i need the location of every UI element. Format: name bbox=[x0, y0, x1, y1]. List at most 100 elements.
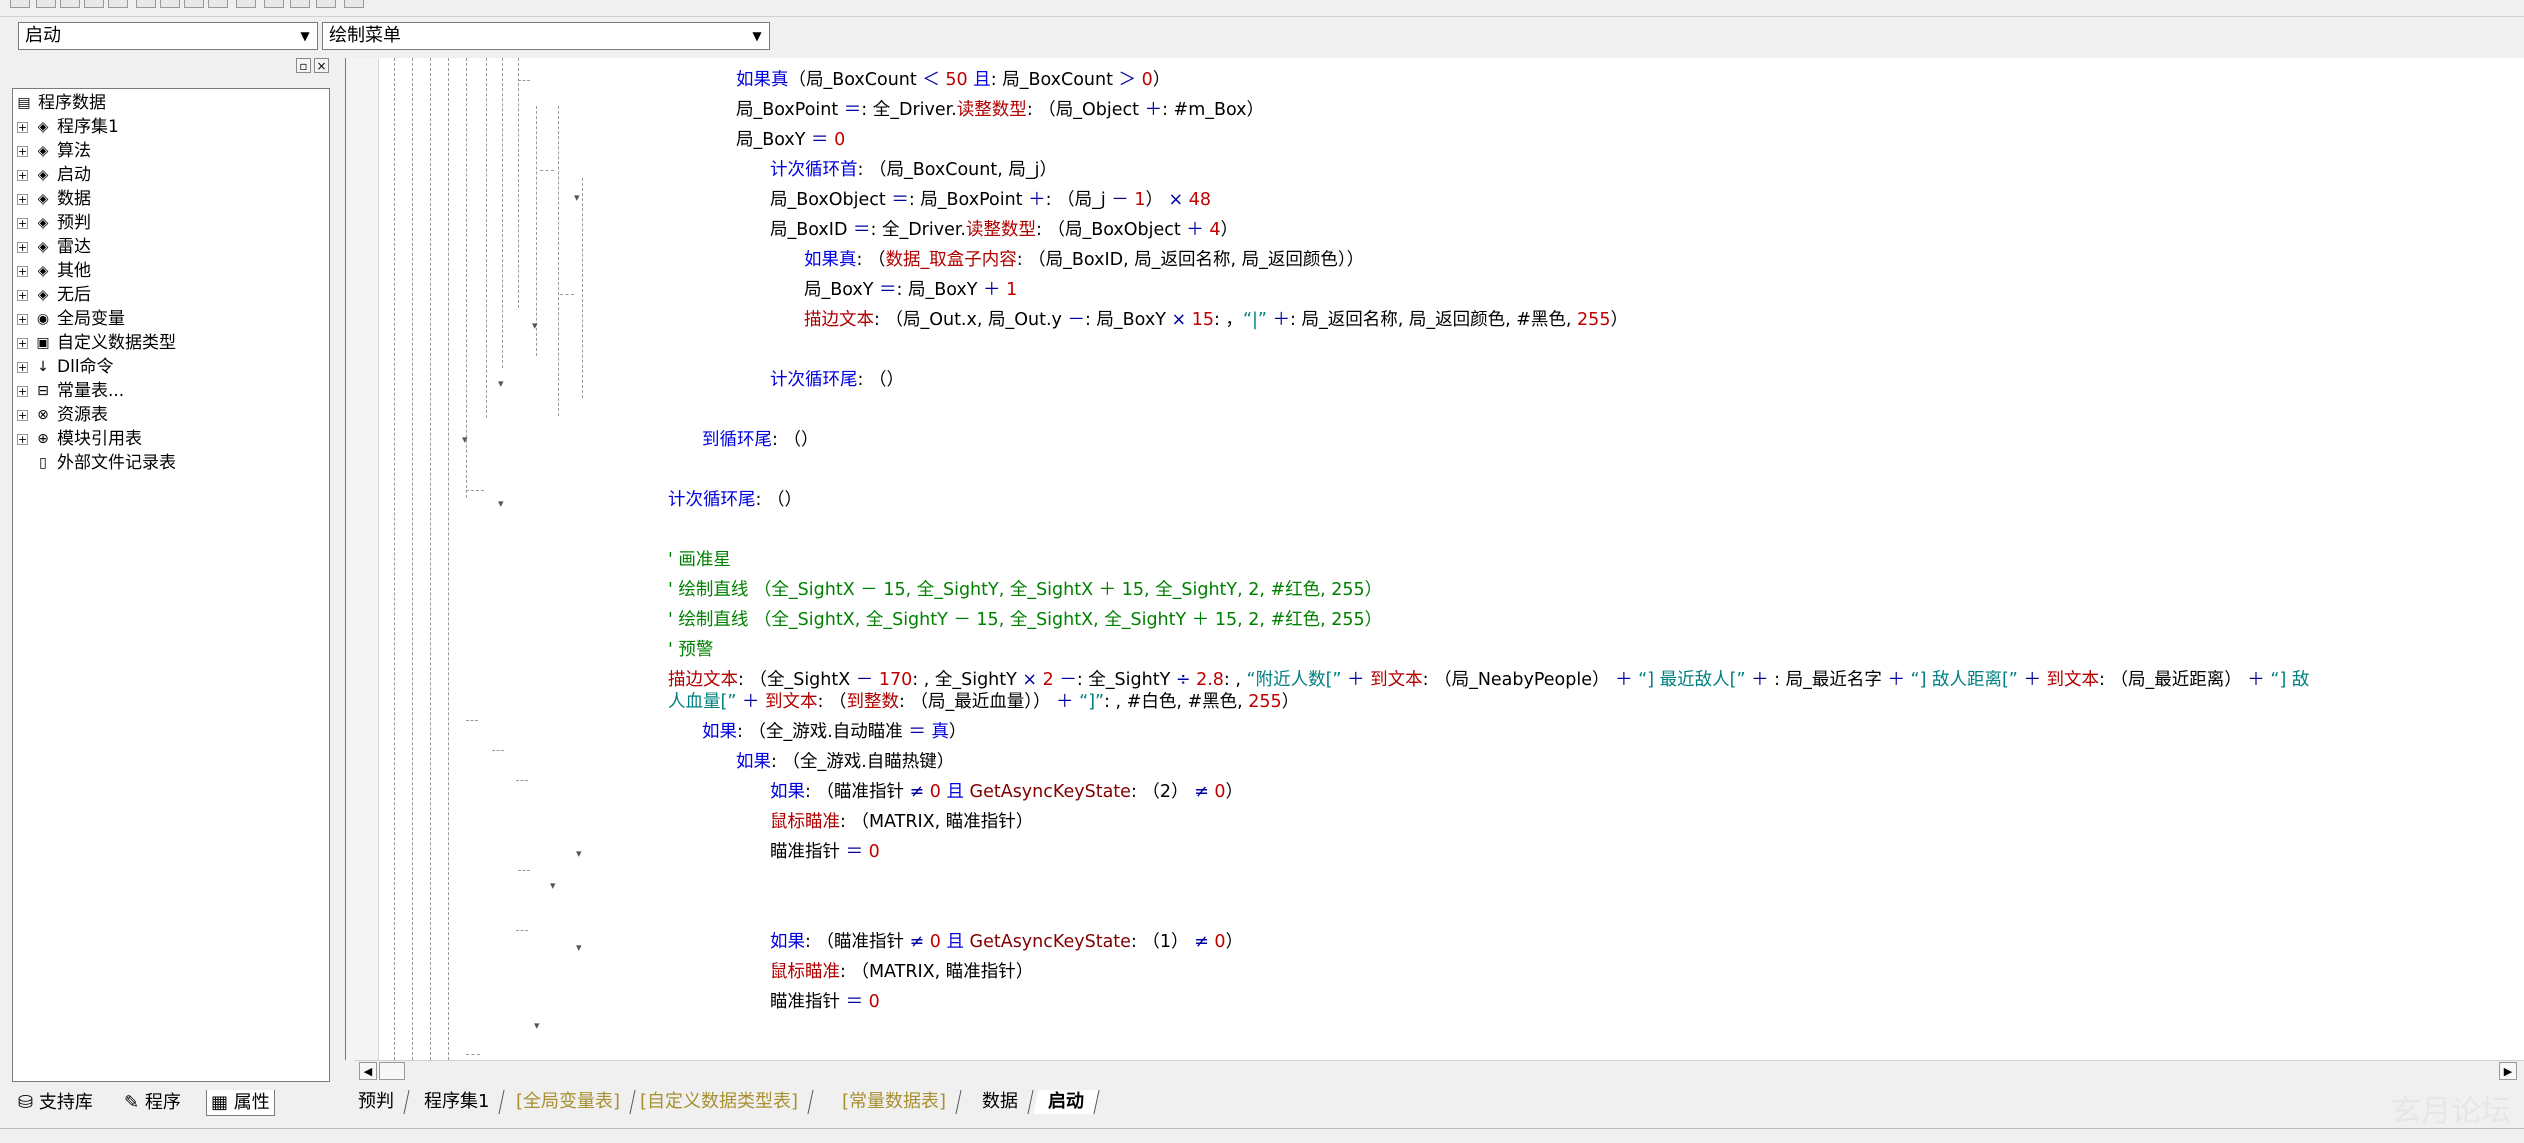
code-line[interactable]: 如果真: （数据_取盒子内容: （局_BoxID, 局_返回名称, 局_返回颜色… bbox=[804, 248, 1364, 272]
code-line[interactable]: 如果: （全_游戏.自动瞄准 ＝ 真） bbox=[702, 720, 966, 744]
project-tree[interactable]: ▤ 程序数据 + ◈ 程序集1 + ◈ 算法 + ◈ 启动 + ◈ 数据 + ◈ 预判 + ◈ 雷达 + ◈ 其他 + ◈ 无后… bbox=[12, 88, 330, 1082]
code-line[interactable]: 描边文本: （全_SightX － 170: , 全_SightY × 2 －:… bbox=[668, 668, 2309, 692]
toolbar-button[interactable] bbox=[36, 0, 56, 8]
code-line[interactable]: ' 绘制直线 （全_SightX, 全_SightY － 15, 全_Sight… bbox=[668, 608, 1382, 632]
module-select[interactable]: 启动 ▼ bbox=[18, 22, 318, 50]
toolbar-button[interactable] bbox=[264, 0, 284, 8]
tab-support-library[interactable]: ⛁ 支持库 bbox=[14, 1090, 97, 1116]
expand-icon[interactable]: + bbox=[17, 361, 28, 373]
doc-tab[interactable]: [全局变量表] bbox=[501, 1090, 636, 1114]
toolbar-button[interactable] bbox=[184, 0, 204, 8]
tree-item[interactable]: + ◈ 雷达 bbox=[17, 235, 91, 259]
expand-icon[interactable]: + bbox=[17, 409, 28, 421]
expand-icon[interactable]: + bbox=[17, 433, 28, 445]
tree-item[interactable]: + ↓ Dll命令 bbox=[17, 355, 114, 379]
code-line[interactable]: 鼠标瞄准: （MATRIX, 瞄准指针） bbox=[770, 960, 1033, 984]
code-line[interactable]: 瞄准指针 ＝ 0 bbox=[770, 990, 880, 1014]
tab-program[interactable]: ✎ 程序 bbox=[120, 1090, 185, 1116]
code-line[interactable]: 局_BoxY ＝ 0 bbox=[736, 128, 845, 152]
expand-icon[interactable]: + bbox=[17, 193, 28, 205]
tree-item[interactable]: + ◈ 其他 bbox=[17, 259, 91, 283]
chevron-down-icon[interactable]: ▼ bbox=[295, 25, 315, 47]
scroll-right-icon[interactable]: ▶ bbox=[2499, 1062, 2517, 1080]
code-line[interactable]: 瞄准指针 ＝ 0 bbox=[770, 840, 880, 864]
code-token: ≠ bbox=[909, 782, 925, 802]
tree-item[interactable]: + ◈ 算法 bbox=[17, 139, 91, 163]
code-token: : 局_BoxPoint bbox=[908, 190, 1029, 210]
toolbar-button[interactable] bbox=[316, 0, 336, 8]
doc-tab[interactable]: [自定义数据类型表] bbox=[625, 1090, 814, 1114]
close-icon[interactable]: × bbox=[314, 58, 329, 73]
toolbar-button[interactable] bbox=[160, 0, 180, 8]
code-line[interactable]: ' 预警 bbox=[668, 638, 713, 662]
code-line[interactable]: 如果真（局_BoxCount ＜ 50 且: 局_BoxCount ＞ 0） bbox=[736, 68, 1170, 92]
horizontal-scrollbar[interactable]: ◀ ▶ bbox=[355, 1060, 2524, 1083]
tree-item[interactable]: + ◈ 预判 bbox=[17, 211, 91, 235]
toolbar-button[interactable] bbox=[290, 0, 310, 8]
toolbar-button[interactable] bbox=[136, 0, 156, 8]
toolbar-button[interactable] bbox=[60, 0, 80, 8]
code-token: ' 画准星 bbox=[668, 550, 731, 570]
tree-item[interactable]: ▯ 外部文件记录表 bbox=[17, 451, 176, 475]
toolbar-button[interactable] bbox=[84, 0, 104, 8]
doc-tab[interactable]: 数据 bbox=[967, 1090, 1034, 1114]
expand-icon[interactable]: + bbox=[17, 241, 28, 253]
expand-icon[interactable]: + bbox=[17, 217, 28, 229]
tree-item[interactable]: + ▣ 自定义数据类型 bbox=[17, 331, 176, 355]
doc-tab[interactable]: [常量数据表] bbox=[827, 1090, 962, 1114]
expand-icon[interactable]: + bbox=[17, 289, 28, 301]
code-line[interactable]: 如果: （瞄准指针 ≠ 0 且 GetAsyncKeyState: （1） ≠ … bbox=[770, 930, 1243, 954]
doc-tab[interactable]: 程序集1 bbox=[409, 1090, 506, 1114]
expand-icon[interactable]: + bbox=[17, 145, 28, 157]
tree-item[interactable]: + ◈ 启动 bbox=[17, 163, 91, 187]
toolbar-button[interactable] bbox=[344, 0, 364, 8]
code-line[interactable]: 计次循环首: （局_BoxCount, 局_j） bbox=[770, 158, 1057, 182]
toolbar-button[interactable] bbox=[236, 0, 256, 8]
code-line[interactable]: 如果: （全_游戏.自瞄热键） bbox=[736, 750, 954, 774]
scroll-thumb[interactable] bbox=[379, 1062, 405, 1080]
tree-item[interactable]: + ◈ 程序集1 bbox=[17, 115, 119, 139]
tree-item[interactable]: + ⊟ 常量表... bbox=[17, 379, 124, 403]
doc-tab[interactable]: 启动 bbox=[1033, 1090, 1100, 1114]
code-line[interactable]: 如果: （瞄准指针 ≠ 0 且 GetAsyncKeyState: （2） ≠ … bbox=[770, 780, 1243, 804]
expand-icon[interactable]: + bbox=[17, 121, 28, 133]
code-line[interactable]: 人血量[” ＋ 到文本: （到整数: （局_最近血量）） ＋ “]”: , #白… bbox=[668, 690, 1299, 714]
tree-item[interactable]: + ◉ 全局变量 bbox=[17, 307, 125, 331]
tree-root[interactable]: ▤ 程序数据 bbox=[15, 91, 106, 115]
code-token: : ， bbox=[1213, 310, 1243, 330]
doc-tab[interactable]: 预判 bbox=[343, 1090, 410, 1114]
code-line[interactable]: 局_BoxY ＝: 局_BoxY ＋ 1 bbox=[804, 278, 1017, 302]
expand-icon[interactable]: + bbox=[17, 337, 28, 349]
code-line[interactable]: 计次循环尾: （） bbox=[770, 368, 904, 392]
code-line[interactable]: 局_BoxPoint ＝: 全_Driver.读整数型: （局_Object ＋… bbox=[736, 98, 1264, 122]
code-line[interactable]: ' 绘制直线 （全_SightX － 15, 全_SightY, 全_Sight… bbox=[668, 578, 1382, 602]
toolbar-button[interactable] bbox=[108, 0, 128, 8]
program-icon: ✎ bbox=[124, 1092, 140, 1113]
tree-item[interactable]: + ⊕ 模块引用表 bbox=[17, 427, 142, 451]
subroutine-select[interactable]: 绘制菜单 ▼ bbox=[322, 22, 770, 50]
toolbar-button[interactable] bbox=[208, 0, 228, 8]
code-line[interactable]: 计次循环尾: （） bbox=[668, 488, 802, 512]
tab-properties[interactable]: ▦ 属性 bbox=[206, 1090, 275, 1116]
expand-icon[interactable]: + bbox=[17, 169, 28, 181]
code-line[interactable]: 局_BoxObject ＝: 局_BoxPoint ＋: （局_j － 1） ×… bbox=[770, 188, 1211, 212]
module-icon: ◈ bbox=[37, 119, 49, 135]
scroll-left-icon[interactable]: ◀ bbox=[359, 1062, 377, 1080]
code-line[interactable]: ' 画准星 bbox=[668, 548, 731, 572]
tree-item[interactable]: + ⊗ 资源表 bbox=[17, 403, 108, 427]
code-token: ÷ bbox=[1175, 670, 1191, 690]
expand-icon[interactable]: + bbox=[17, 265, 28, 277]
restore-icon[interactable]: ▫ bbox=[296, 58, 311, 73]
tree-item[interactable]: + ◈ 无后 bbox=[17, 283, 91, 307]
chevron-down-icon[interactable]: ▼ bbox=[747, 25, 767, 47]
code-line[interactable]: 局_BoxID ＝: 全_Driver.读整数型: （局_BoxObject ＋… bbox=[770, 218, 1238, 242]
expand-icon[interactable]: + bbox=[17, 385, 28, 397]
code-line[interactable]: 鼠标瞄准: （MATRIX, 瞄准指针） bbox=[770, 810, 1033, 834]
tree-item[interactable]: + ◈ 数据 bbox=[17, 187, 91, 211]
code-token: 读整数型 bbox=[956, 100, 1027, 120]
expand-icon[interactable]: + bbox=[17, 313, 28, 325]
code-line[interactable]: 描边文本: （局_Out.x, 局_Out.y －: 局_BoxY × 15: … bbox=[804, 308, 1628, 332]
code-line[interactable]: 到循环尾: （） bbox=[702, 428, 818, 452]
toolbar-button[interactable] bbox=[10, 0, 30, 8]
code-editor[interactable]: ▾ ▾ ▾ ▾ ▾ ▾ ▾ ▾ ▾ 如果真（局_BoxCount ＜ 50 且: 局_BoxCo… bbox=[345, 58, 2524, 1060]
